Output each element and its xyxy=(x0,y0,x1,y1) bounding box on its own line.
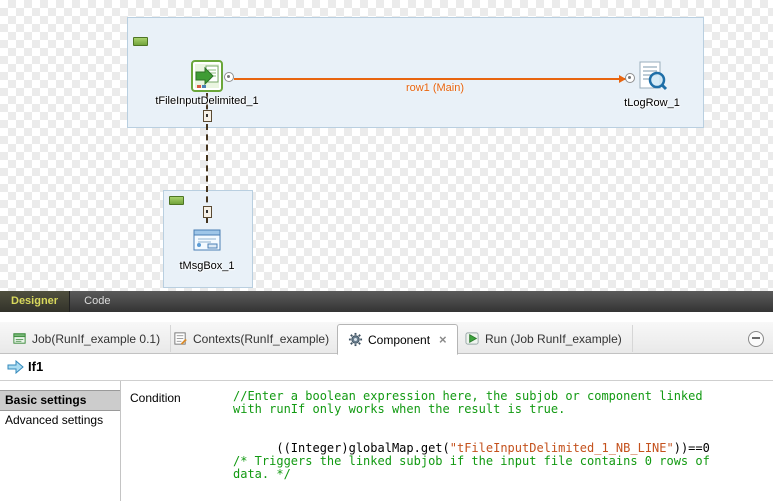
output-connector[interactable] xyxy=(224,72,234,82)
component-title: If1 xyxy=(28,355,43,379)
tab-code[interactable]: Code xyxy=(73,291,121,312)
contexts-icon xyxy=(173,331,188,346)
tab-component-label: Component xyxy=(368,333,430,347)
component-tmsgbox[interactable] xyxy=(191,224,223,256)
trigger-anchor[interactable] xyxy=(203,110,212,122)
panel-tab-bar: Job(RunIf_example 0.1) Contexts(RunIf_ex… xyxy=(0,322,773,354)
tab-job-label: Job(RunIf_example 0.1) xyxy=(32,332,160,346)
tab-run-label: Run (Job RunIf_example) xyxy=(485,332,622,346)
code-comment: with runIf only works when the result is… xyxy=(233,402,565,416)
subjob-collapse-button[interactable] xyxy=(169,196,184,205)
view-tab-bar: Designer Code xyxy=(0,291,773,312)
minimize-icon[interactable] xyxy=(748,331,764,347)
component-label[interactable]: tLogRow_1 xyxy=(602,97,702,109)
close-icon[interactable]: × xyxy=(439,333,447,346)
component-label[interactable]: tMsgBox_1 xyxy=(163,260,251,272)
condition-field-label: Condition xyxy=(130,391,181,405)
tlogrow-icon xyxy=(636,60,668,92)
input-connector[interactable] xyxy=(625,73,635,83)
job-icon xyxy=(12,331,27,346)
section-basic-settings[interactable]: Basic settings xyxy=(0,390,120,411)
tab-contexts[interactable]: Contexts(RunIf_example) xyxy=(163,325,340,352)
component-tfileinputdelimited[interactable] xyxy=(191,60,223,92)
code-comment: data. */ xyxy=(233,467,291,481)
component-label[interactable]: tFileInputDelimited_1 xyxy=(137,95,277,107)
tfileinputdelimited-icon xyxy=(191,60,223,92)
gear-icon xyxy=(348,332,363,347)
row1-connection-label[interactable]: row1 (Main) xyxy=(380,82,490,94)
condition-expression-editor[interactable]: //Enter a boolean expression here, the s… xyxy=(233,390,767,499)
code-comment: /* Triggers the linked subjob if the inp… xyxy=(233,454,710,468)
component-header: If1 xyxy=(0,355,773,381)
settings-sections: Basic settings Advanced settings xyxy=(0,381,121,501)
code-string-literal: "tFileInputDelimited_1_NB_LINE" xyxy=(450,441,674,455)
row1-connection-line[interactable] xyxy=(234,78,626,80)
code-expression: ((Integer)globalMap.get( xyxy=(276,441,449,455)
code-expression: ))==0 xyxy=(674,441,710,455)
design-canvas[interactable]: row1 (Main) tFileInputDelimited_1 xyxy=(0,0,773,291)
run-play-icon xyxy=(465,331,480,346)
tab-designer[interactable]: Designer xyxy=(0,291,70,312)
blue-arrow-icon xyxy=(7,360,25,374)
tab-component[interactable]: Component × xyxy=(337,324,458,355)
trigger-anchor[interactable] xyxy=(203,206,212,218)
code-comment: //Enter a boolean expression here, the s… xyxy=(233,389,703,403)
tab-contexts-label: Contexts(RunIf_example) xyxy=(193,332,329,346)
tmsgbox-icon xyxy=(191,224,223,256)
subjob-collapse-button[interactable] xyxy=(133,37,148,46)
bottom-panel: Job(RunIf_example 0.1) Contexts(RunIf_ex… xyxy=(0,312,773,501)
component-tlogrow[interactable] xyxy=(636,60,668,92)
tab-run[interactable]: Run (Job RunIf_example) xyxy=(455,325,633,352)
section-advanced-settings[interactable]: Advanced settings xyxy=(0,411,120,430)
tab-job[interactable]: Job(RunIf_example 0.1) xyxy=(2,325,171,352)
